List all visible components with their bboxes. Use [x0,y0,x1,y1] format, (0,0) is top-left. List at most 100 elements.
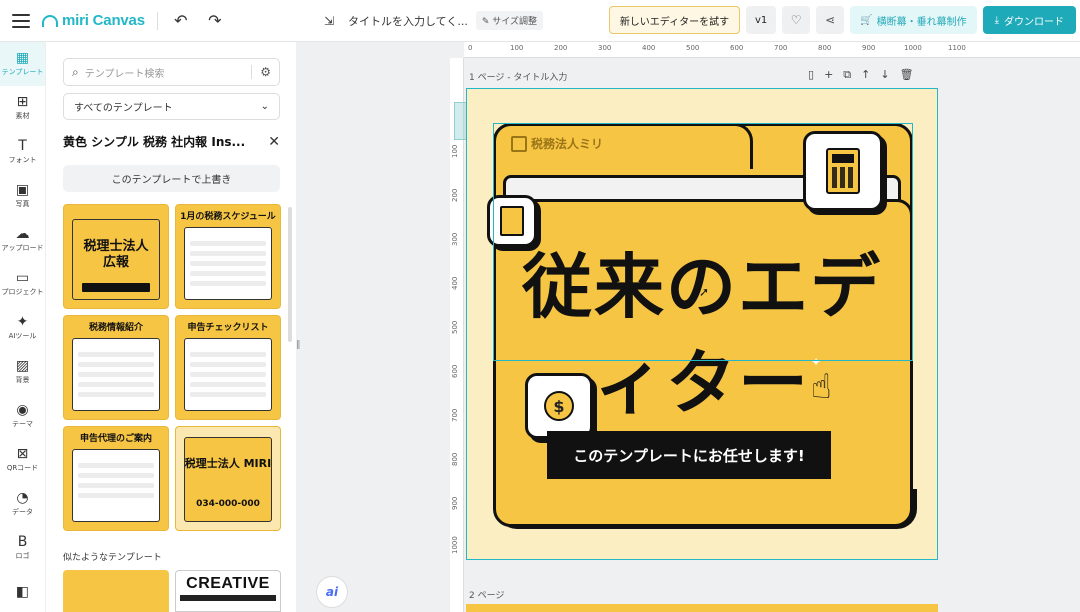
mouse-cursor-icon: ➚ [699,285,710,299]
ruler-tick: 1000 [451,536,459,554]
close-icon[interactable]: ✕ [268,134,280,150]
thumb-title: 税理士法人 広報 [83,239,149,270]
similar-template-thumb[interactable] [63,570,169,612]
panel-collapse-handle[interactable]: ‖ [296,340,301,350]
template-icon: ▦ [15,50,30,66]
template-thumb[interactable]: 税理士法人 MIRI 034-000-000 [175,426,281,531]
project-icon: ▭ [15,270,30,286]
share-icon[interactable]: ⋖ [816,6,845,34]
add-page-note-icon[interactable]: ▯ [808,68,814,82]
calculator-icon[interactable] [803,131,883,211]
nav-ai-tools[interactable]: ✦ AIツール [0,306,45,350]
background-icon: ▨ [15,358,30,374]
template-thumb[interactable]: 税理士法人 広報 [63,204,169,309]
ruler-tick: 1100 [948,44,966,52]
nav-projects[interactable]: ▭ プロジェクト [0,262,45,306]
page-2-preview[interactable] [466,604,938,612]
filter-icon[interactable]: ⚙ [251,65,271,79]
thumb-title: 税務情報紹介 [88,323,143,333]
version-button[interactable]: v1 [746,6,777,34]
add-page-icon[interactable]: + [824,68,833,82]
thumb-bar [82,283,150,292]
folder-move-icon[interactable]: ⇲ [318,14,340,28]
cta-banner[interactable]: このテンプレートにお任せします! [547,431,831,479]
similar-template-thumb[interactable]: CREATIVE [175,570,281,612]
nav-fonts[interactable]: T フォント [0,130,45,174]
template-category-select[interactable]: すべてのテンプレート ⌄ [63,93,280,120]
document-title[interactable]: タイトルを入力してく... [348,13,468,29]
nav-template[interactable]: ▦ テンプレート [0,42,45,86]
nav-data[interactable]: ◔ データ [0,482,45,526]
print-order-button[interactable]: 🛒 横断幕・垂れ幕制作 [850,6,977,34]
design-page[interactable]: 税務法人ミリ $ 従来のエデ ィター このテンプレートにお任せします! ✦ ☝ … [466,88,938,560]
ruler-tick: 800 [818,44,832,52]
canvas-workspace[interactable]: ‖ 0 100 200 300 400 500 600 700 800 900 … [296,42,1080,612]
ruler-tick: 700 [774,44,788,52]
brand-kit-icon: ◧ [15,584,30,600]
nav-background[interactable]: ▨ 背景 [0,350,45,394]
save-status-icon[interactable]: ♡ [782,6,811,34]
nav-photos[interactable]: ▣ 写真 [0,174,45,218]
headline-text[interactable]: 従来のエデ ィター [467,239,937,431]
pointing-hand-icon[interactable]: ☝ [811,367,832,407]
template-thumb[interactable]: 申告チェックリスト [175,315,281,420]
photo-icon: ▣ [15,182,30,198]
nav-upload[interactable]: ☁ アップロード [0,218,45,262]
nav-label: QRコード [6,464,39,472]
thumb-lines [78,463,154,503]
overwrite-template-button[interactable]: このテンプレートで上書き [63,165,280,192]
panel-scrollbar[interactable] [288,207,292,342]
menu-icon[interactable] [12,13,30,28]
cart-icon: 🛒 [860,14,873,26]
thumb-phone: 034-000-000 [196,499,260,509]
brand-name: 税務法人ミリ [531,137,604,151]
divider [156,11,158,30]
nav-elements[interactable]: ⊞ 素材 [0,86,45,130]
nav-label: プロジェクト [1,288,44,296]
download-label: ダウンロード [1004,16,1064,28]
page-2-label[interactable]: 2 ページ [469,588,504,601]
template-thumb[interactable]: 申告代理のご案内 [63,426,169,531]
redo-icon[interactable]: ↷ [204,11,226,30]
search-placeholder: テンプレート検索 [84,68,165,80]
ruler-tick: 700 [451,408,459,422]
nav-theme[interactable]: ◉ テーマ [0,394,45,438]
thumb-lines [190,352,266,402]
nav-label: アップロード [1,244,44,252]
thumb-stripe [180,595,276,601]
undo-icon[interactable]: ↶ [170,11,192,30]
chart-icon: ◔ [16,490,29,506]
resize-button[interactable]: ✎ サイズ調整 [475,11,543,30]
similar-templates-heading: 似たようなテンプレート [63,553,162,563]
ruler-tick: 100 [510,44,524,52]
nav-label: データ [12,508,33,516]
ruler-tick: 900 [451,496,459,510]
nav-logo[interactable]: B ロゴ [0,526,45,570]
try-new-editor-button[interactable]: 新しいエディターを試す [608,6,741,34]
nav-label: テーマ [12,420,33,428]
ruler-tick: 600 [451,364,459,378]
template-title: 黄色 シンプル 税務 社内報 Ins... [63,135,246,149]
nav-qrcode[interactable]: ⊠ QRコード [0,438,45,482]
template-thumb[interactable]: 税務情報紹介 [63,315,169,420]
select-value: すべてのテンプレート [74,103,173,114]
app-logo[interactable]: miri Canvas [42,12,145,29]
nav-extra[interactable]: ◧ [0,570,45,612]
ai-assistant-button[interactable]: ai [316,576,348,608]
template-panel: ⌕ テンプレート検索 ⚙ すべてのテンプレート ⌄ 黄色 シンプル 税務 社内報… [47,42,295,612]
nav-label: フォント [8,156,37,164]
thumb-lines [78,352,154,402]
ruler-tick: 100 [451,144,459,158]
delete-page-icon[interactable]: 🗑 [900,68,914,82]
download-button[interactable]: ⤓ ダウンロード [982,6,1076,34]
duplicate-page-icon[interactable]: ⧉ [843,68,851,82]
page-label[interactable]: 1 ページ - タイトル入力 [469,70,567,83]
template-thumb[interactable]: 1月の税務スケジュール [175,204,281,309]
move-up-icon[interactable]: ↑ [861,68,870,82]
left-nav: ▦ テンプレート ⊞ 素材 T フォント ▣ 写真 ☁ アップロード ▭ プロジェクト ✦ A… [0,42,46,612]
brand-logo[interactable]: 税務法人ミリ [511,135,603,152]
search-icon: ⌕ [72,64,79,79]
chevron-down-icon: ⌄ [260,101,269,112]
template-search-input[interactable]: ⌕ テンプレート検索 ⚙ [63,58,280,86]
move-down-icon[interactable]: ↓ [880,68,889,82]
